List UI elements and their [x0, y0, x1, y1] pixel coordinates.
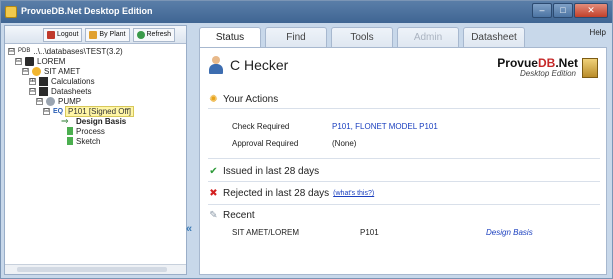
whats-this-link[interactable]: (what's this?)	[333, 190, 374, 197]
issued-title: Issued in last 28 days	[223, 166, 320, 177]
collapse-panel-icon[interactable]: «	[186, 223, 192, 235]
rejected-title: Rejected in last 28 days	[223, 188, 330, 199]
logout-button[interactable]: Logout	[43, 27, 83, 42]
by-plant-label: By Plant	[99, 31, 126, 38]
help-link[interactable]: Help	[590, 28, 606, 37]
database-tree: ⊟ PDB ..\..\databases\TEST(3.2) ⊟ LOREM …	[5, 44, 186, 146]
tree-node-label: SIT AMET	[44, 66, 81, 76]
sun-icon: ✺	[209, 94, 218, 105]
collapse-icon[interactable]: ⊟	[8, 47, 15, 55]
main-tabs: Status Find Tools Admin Datasheet	[199, 27, 529, 48]
refresh-icon	[136, 30, 145, 39]
maximize-button[interactable]: □	[553, 3, 573, 18]
rejected-heading: ✖ Rejected in last 28 days (what's this?…	[208, 188, 374, 199]
logo-icon	[582, 58, 598, 78]
collapse-icon[interactable]: ⊟	[15, 57, 22, 65]
divider	[208, 204, 600, 205]
collapse-icon[interactable]: ⊟	[22, 67, 29, 75]
scrollbar-thumb[interactable]	[17, 267, 167, 272]
issued-heading: ✔ Issued in last 28 days	[208, 166, 319, 177]
horizontal-scrollbar[interactable]	[5, 264, 186, 274]
logout-icon	[47, 30, 55, 39]
check-required-label: Check Required	[232, 122, 290, 131]
plant-filter-icon	[89, 30, 98, 39]
recent-title: Recent	[223, 210, 255, 221]
tree-node-sit-amet[interactable]: ⊟ SIT AMET	[22, 66, 80, 76]
collapse-icon[interactable]: ⊟	[29, 87, 36, 95]
refresh-button[interactable]: Refresh	[132, 27, 176, 42]
tree-node-p101[interactable]: ⊟ EQ P101 [Signed Off]	[43, 105, 135, 117]
tree-node-label: ..\..\databases\TEST(3.2)	[33, 46, 123, 56]
tree-node-label: PUMP	[58, 96, 82, 106]
tree-node-label: Design Basis	[76, 116, 127, 126]
tab-tools[interactable]: Tools	[331, 27, 393, 47]
user-header: C Hecker	[208, 56, 288, 74]
tree-node-label: Process	[76, 126, 105, 136]
tree-node-process[interactable]: Process	[67, 126, 105, 136]
collapse-icon[interactable]: ⊟	[36, 97, 43, 105]
tree-node-datasheets[interactable]: ⊟ Datasheets	[29, 86, 91, 96]
logo-subtitle: Desktop Edition	[519, 69, 576, 78]
tree-node-label: Datasheets	[51, 86, 92, 96]
by-plant-button[interactable]: By Plant	[85, 27, 130, 42]
minimize-button[interactable]: –	[532, 3, 552, 18]
logo-title: ProvueDB.Net	[497, 56, 578, 70]
tab-find[interactable]: Find	[265, 27, 327, 47]
user-icon	[208, 56, 224, 74]
pdb-prefix: PDB	[18, 48, 31, 54]
close-button[interactable]: ✕	[574, 3, 608, 18]
unit-icon	[32, 66, 41, 76]
cross-icon: ✖	[209, 188, 218, 199]
your-actions-title: Your Actions	[223, 94, 279, 105]
your-actions-heading: ✺ Your Actions	[208, 94, 278, 105]
expand-icon[interactable]: ⊞	[29, 77, 36, 85]
tree-node-label: Sketch	[76, 136, 101, 146]
app-icon	[5, 6, 17, 18]
title-bar[interactable]: ProvueDB.Net Desktop Edition – □ ✕	[1, 1, 612, 23]
checkmark-icon: ✔	[209, 166, 218, 177]
navigation-panel: Logout By Plant Refresh ⊟ PDB ..\..\data…	[4, 25, 187, 275]
divider	[208, 108, 600, 109]
arrow-icon: ⇒	[61, 115, 69, 126]
approval-required-label: Approval Required	[232, 139, 299, 148]
recent-location: SIT AMET/LOREM	[232, 228, 299, 237]
product-logo: ProvueDB.Net Desktop Edition	[478, 56, 598, 82]
book-icon	[39, 86, 48, 96]
collapse-icon[interactable]: ⊟	[43, 107, 50, 115]
window-title: ProvueDB.Net Desktop Edition	[21, 6, 153, 16]
book-icon	[39, 76, 48, 86]
recent-sheet-link[interactable]: Design Basis	[486, 228, 533, 237]
check-required-value[interactable]: P101, FLONET MODEL P101	[332, 122, 438, 131]
status-panel: C Hecker ProvueDB.Net Desktop Edition ✺ …	[199, 47, 607, 275]
tree-node-design-basis[interactable]: ⇒ Design Basis	[61, 116, 126, 126]
tree-node-database[interactable]: ⊟ PDB ..\..\databases\TEST(3.2)	[8, 46, 123, 56]
tab-datasheet[interactable]: Datasheet	[463, 27, 525, 47]
user-name: C Hecker	[230, 57, 289, 73]
equipment-icon: EQ	[53, 107, 64, 115]
tree-node-lorem[interactable]: ⊟ LOREM	[15, 56, 65, 66]
tree-node-label: LOREM	[37, 56, 66, 66]
divider	[208, 181, 600, 182]
approval-required-value: (None)	[332, 139, 357, 148]
tree-node-label: P101 [Signed Off]	[65, 105, 135, 117]
sheet-icon	[67, 127, 73, 135]
navigation-toolbar: Logout By Plant Refresh	[5, 26, 186, 44]
sheet-icon	[67, 137, 73, 145]
tree-node-pump[interactable]: ⊟ PUMP	[36, 96, 81, 106]
recent-heading: ✎ Recent	[208, 210, 255, 221]
tree-node-label: Calculations	[51, 76, 95, 86]
plant-icon	[25, 56, 34, 66]
window-controls: – □ ✕	[531, 3, 608, 19]
logout-label: Logout	[57, 31, 79, 38]
tree-node-calculations[interactable]: ⊞ Calculations	[29, 76, 95, 86]
tree-node-sketch[interactable]: Sketch	[67, 136, 100, 146]
tab-status[interactable]: Status	[199, 27, 261, 48]
divider	[208, 158, 600, 159]
recent-icon: ✎	[209, 210, 218, 221]
tab-admin: Admin	[397, 27, 459, 47]
app-window: ProvueDB.Net Desktop Edition – □ ✕ Logou…	[0, 0, 613, 279]
recent-item: P101	[360, 228, 379, 237]
refresh-label: Refresh	[146, 31, 172, 38]
pump-icon	[46, 96, 55, 106]
